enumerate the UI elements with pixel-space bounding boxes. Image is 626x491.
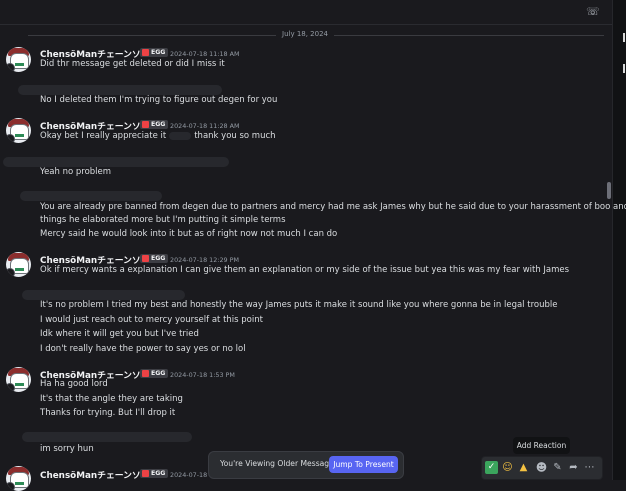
- guild-tag-badge[interactable]: EGG: [140, 120, 169, 129]
- add-reaction-tooltip: Add Reaction: [513, 437, 570, 454]
- message-text: I would just reach out to mercy yourself…: [40, 315, 263, 325]
- timestamp: 2024-07-18 11:28 AM: [170, 122, 240, 130]
- message-text: Thanks for trying. But I'll drop it: [40, 408, 176, 418]
- username[interactable]: ChensõManチェーンソー: [40, 468, 150, 481]
- banner-text: You're Viewing Older Messages: [220, 459, 338, 468]
- message-text: It's that the angle they are taking: [40, 394, 183, 404]
- thinking-emoji[interactable]: ☺: [501, 461, 514, 474]
- timestamp: 2024-07-18 12:29 PM: [170, 256, 239, 264]
- jump-to-present-button[interactable]: Jump To Present: [329, 456, 398, 473]
- edit-icon[interactable]: ✎: [551, 461, 564, 474]
- reply-preview-redacted[interactable]: [22, 432, 192, 442]
- timestamp: 2024-07-18 11:18 AM: [170, 50, 240, 58]
- reply-preview-redacted[interactable]: [20, 191, 162, 201]
- message-text: Yeah no problem: [40, 167, 112, 177]
- panel-marker: [623, 64, 625, 73]
- guild-tag-badge[interactable]: EGG: [140, 48, 169, 57]
- status-icon: [6, 63, 15, 72]
- message-text-part: Okay bet I really appreciate it: [40, 131, 167, 141]
- phone-icon[interactable]: ☏: [586, 5, 600, 19]
- message-text-part: thank you so much: [194, 131, 276, 141]
- egg-icon: [142, 121, 149, 128]
- avatar[interactable]: [6, 118, 31, 143]
- message-actions-bar: ✓ ☺ ▲ ☻ ✎ ➦ ⋯: [481, 456, 603, 480]
- status-icon: [6, 134, 15, 143]
- channel-header: ☏: [0, 0, 612, 25]
- older-messages-banner: You're Viewing Older Messages Jump To Pr…: [208, 451, 404, 479]
- avatar[interactable]: [6, 466, 31, 491]
- message-text: Idk where it will get you but I've tried: [40, 329, 199, 339]
- date-divider: July 18, 2024: [276, 30, 334, 38]
- member-list-panel: [612, 0, 626, 480]
- more-icon[interactable]: ⋯: [583, 461, 596, 474]
- status-icon: [6, 268, 15, 277]
- avatar[interactable]: [6, 47, 31, 72]
- egg-icon: [142, 470, 149, 477]
- message-text: I don't really have the power to say yes…: [40, 344, 246, 354]
- panel-marker: [623, 33, 625, 42]
- scrollbar-thumb[interactable]: [607, 182, 611, 199]
- thumbs-up-emoji[interactable]: ▲: [517, 461, 530, 474]
- egg-icon: [142, 255, 149, 262]
- guild-tag-badge[interactable]: EGG: [140, 469, 169, 478]
- check-emoji[interactable]: ✓: [485, 461, 498, 474]
- message-text: Mercy said he would look into it but as …: [40, 229, 338, 239]
- message-text: Ok if mercy wants a explanation I can gi…: [40, 265, 570, 275]
- message-text: Okay bet I really appreciate it thank you…: [40, 130, 598, 143]
- redacted-text: [169, 131, 192, 140]
- avatar[interactable]: [6, 367, 31, 392]
- message-text: You are already pre banned from degen du…: [40, 202, 626, 212]
- message-text: No I deleted them I'm trying to figure o…: [40, 95, 278, 105]
- message-text: Did thr message get deleted or did I mis…: [40, 59, 225, 69]
- message-text: Ha ha good lord: [40, 379, 108, 389]
- message-text: things he elaborated more but I'm puttin…: [40, 215, 286, 225]
- egg-icon: [142, 370, 149, 377]
- add-reaction-icon[interactable]: ☻: [535, 461, 548, 474]
- status-icon: [6, 482, 15, 491]
- guild-tag-badge[interactable]: EGG: [140, 369, 169, 378]
- status-icon: [6, 383, 15, 392]
- egg-icon: [142, 49, 149, 56]
- forward-icon[interactable]: ➦: [567, 461, 580, 474]
- message-text: It's no problem I tried my best and hone…: [40, 300, 558, 310]
- guild-tag-badge[interactable]: EGG: [140, 254, 169, 263]
- avatar[interactable]: [6, 252, 31, 277]
